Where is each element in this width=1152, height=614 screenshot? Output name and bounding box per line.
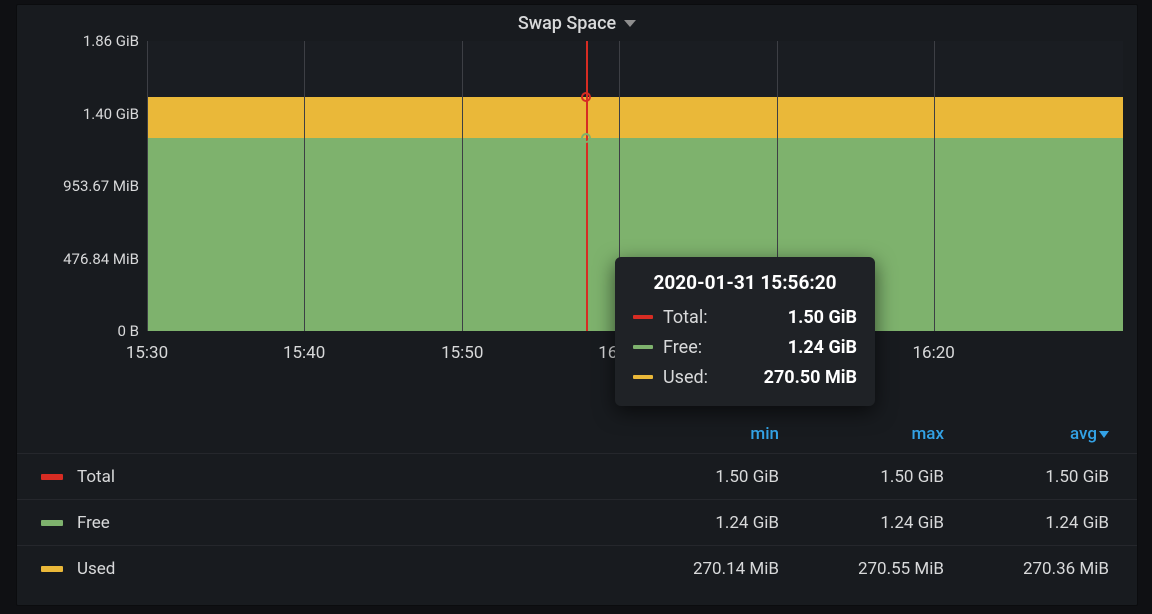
- tooltip-value: 1.24 GiB: [788, 337, 857, 358]
- legend-header: min max avg: [17, 415, 1137, 453]
- legend-series-name[interactable]: Total: [77, 467, 642, 487]
- legend-value-min: 270.14 MiB: [642, 559, 807, 579]
- legend-value-max: 1.50 GiB: [807, 467, 972, 487]
- tooltip-value: 270.50 MiB: [764, 367, 857, 388]
- y-tick: 476.84 MiB: [63, 250, 139, 268]
- legend-row: Total 1.50 GiB 1.50 GiB 1.50 GiB: [17, 453, 1137, 499]
- y-tick: 1.40 GiB: [83, 105, 139, 123]
- tooltip-label: Free:: [663, 337, 778, 358]
- tooltip-swatch: [633, 345, 653, 349]
- legend-row: Used 270.14 MiB 270.55 MiB 270.36 MiB: [17, 545, 1137, 591]
- x-tick: 15:30: [126, 343, 168, 363]
- chevron-down-icon: [624, 20, 636, 27]
- legend-value-min: 1.24 GiB: [642, 513, 807, 533]
- panel: Swap Space 0 B 476.84 MiB 953.67 MiB 1.4…: [16, 4, 1138, 606]
- legend-value-avg: 1.24 GiB: [972, 513, 1137, 533]
- tooltip-label: Used:: [663, 367, 754, 388]
- tooltip-row: Free: 1.24 GiB: [633, 332, 857, 362]
- legend-value-avg: 1.50 GiB: [972, 467, 1137, 487]
- chart[interactable]: 0 B 476.84 MiB 953.67 MiB 1.40 GiB 1.86 …: [17, 41, 1137, 411]
- series-area-used: [147, 97, 1123, 138]
- y-tick: 1.86 GiB: [83, 32, 139, 50]
- y-axis: 0 B 476.84 MiB 953.67 MiB 1.40 GiB 1.86 …: [17, 41, 147, 331]
- legend-series-name[interactable]: Used: [77, 559, 642, 579]
- tooltip: 2020-01-31 15:56:20 Total: 1.50 GiB Free…: [615, 257, 875, 406]
- legend-col-avg[interactable]: avg: [972, 424, 1137, 444]
- cursor-line: [586, 41, 588, 331]
- gridline: [304, 41, 305, 331]
- gridline: [147, 41, 148, 331]
- legend-series-name[interactable]: Free: [77, 513, 642, 533]
- panel-title[interactable]: Swap Space: [17, 5, 1137, 41]
- gridline: [462, 41, 463, 331]
- legend-table: min max avg Total 1.50 GiB 1.50 GiB 1.50…: [17, 415, 1137, 605]
- tooltip-value: 1.50 GiB: [788, 307, 857, 328]
- point-marker-free: [581, 133, 591, 143]
- tooltip-row: Used: 270.50 MiB: [633, 362, 857, 392]
- legend-value-avg: 270.36 MiB: [972, 559, 1137, 579]
- legend-value-max: 1.24 GiB: [807, 513, 972, 533]
- legend-col-min[interactable]: min: [642, 424, 807, 444]
- y-tick: 953.67 MiB: [63, 177, 139, 195]
- legend-col-max[interactable]: max: [807, 424, 972, 444]
- legend-row: Free 1.24 GiB 1.24 GiB 1.24 GiB: [17, 499, 1137, 545]
- point-marker-total: [581, 92, 591, 102]
- panel-title-text: Swap Space: [518, 13, 616, 34]
- tooltip-row: Total: 1.50 GiB: [633, 302, 857, 332]
- tooltip-timestamp: 2020-01-31 15:56:20: [633, 271, 857, 294]
- x-tick: 15:40: [283, 343, 325, 363]
- legend-value-max: 270.55 MiB: [807, 559, 972, 579]
- legend-swatch: [41, 566, 63, 572]
- legend-value-min: 1.50 GiB: [642, 467, 807, 487]
- gridline: [934, 41, 935, 331]
- tooltip-swatch: [633, 315, 653, 319]
- legend-swatch: [41, 520, 63, 526]
- tooltip-label: Total:: [663, 307, 778, 328]
- y-tick: 0 B: [118, 322, 140, 340]
- legend-swatch: [41, 474, 63, 480]
- x-tick: 16:20: [912, 343, 954, 363]
- sort-desc-icon: [1099, 431, 1109, 438]
- tooltip-swatch: [633, 375, 653, 379]
- x-tick: 15:50: [441, 343, 483, 363]
